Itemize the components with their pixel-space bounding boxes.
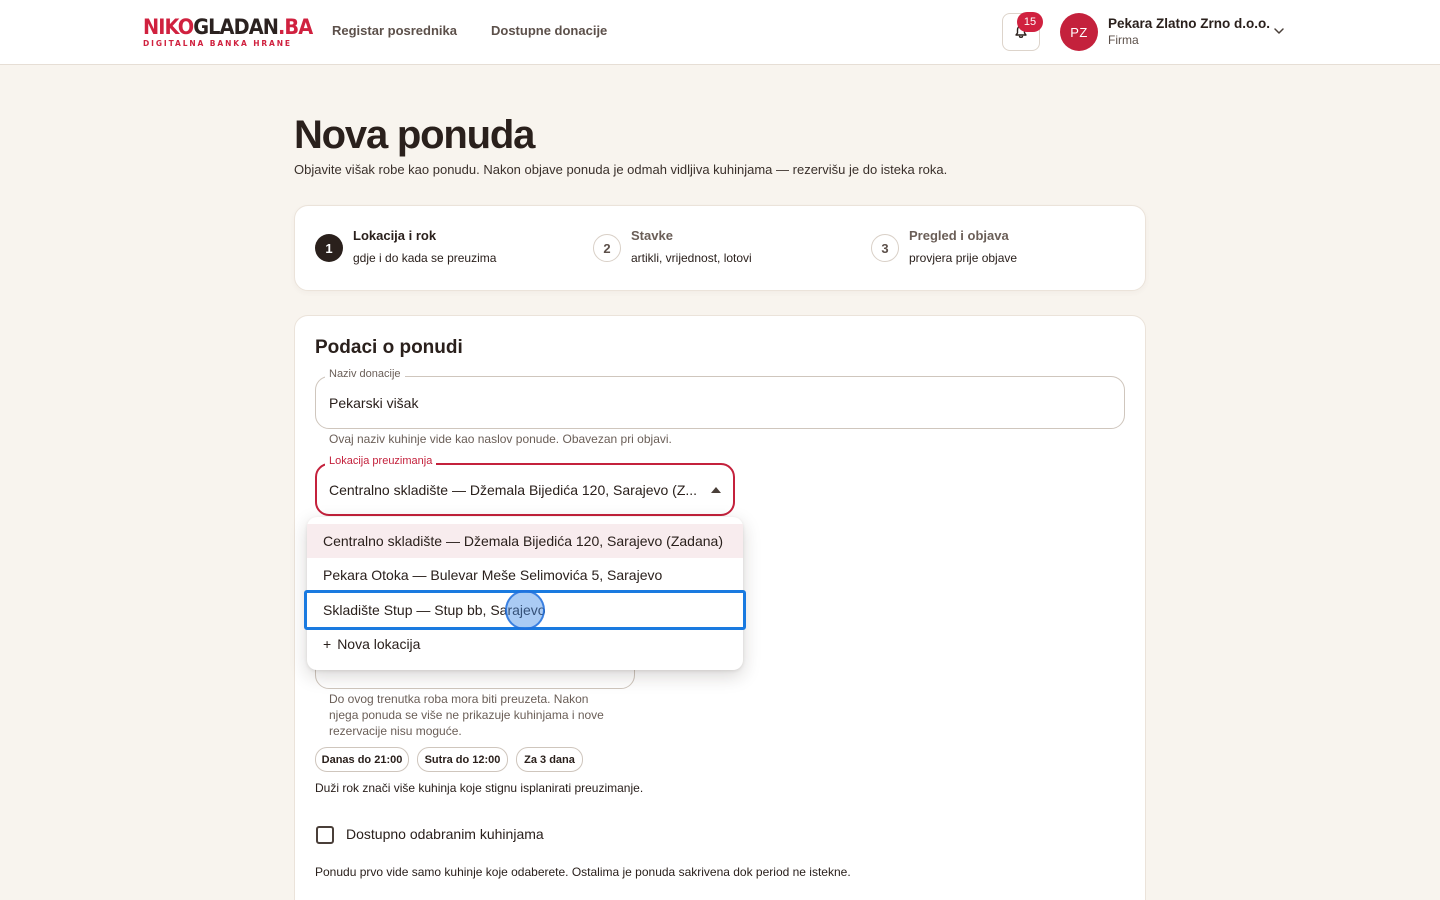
user-name[interactable]: Pekara Zlatno Zrno d.o.o. — [1108, 16, 1270, 31]
caret-up-icon[interactable] — [711, 487, 721, 493]
nav-link-dostupne-donacije[interactable]: Dostupne donacije — [491, 23, 607, 38]
user-avatar[interactable]: PZ — [1060, 13, 1098, 51]
logo-text-gladan: GLADAN — [193, 15, 279, 39]
chip-za-3-dana[interactable]: Za 3 dana — [516, 747, 583, 772]
selected-kitchens-label[interactable]: Dostupno odabranim kuhinjama — [346, 826, 544, 842]
notification-count-badge: 15 — [1017, 12, 1043, 32]
chevron-down-icon[interactable] — [1272, 24, 1286, 38]
donation-name-input[interactable] — [315, 376, 1125, 429]
chip-danas-do-21[interactable]: Danas do 21:00 — [315, 747, 409, 772]
step-title: Pregled i objava — [909, 228, 1009, 243]
step-number: 3 — [871, 234, 899, 262]
location-option-pekara-otoka[interactable]: Pekara Otoka — Bulevar Meše Selimovića 5… — [307, 558, 743, 592]
logo-tagline: DIGITALNA BANKA HRANE — [143, 39, 292, 48]
step-title: Stavke — [631, 228, 673, 243]
step-description: artikli, vrijednost, lotovi — [631, 251, 752, 265]
donation-name-label: Naziv donacije — [325, 368, 405, 380]
deadline-helper-line: rezervacije nisu moguće. — [329, 724, 462, 738]
cursor-indicator — [505, 590, 545, 630]
plus-icon: + — [323, 636, 332, 652]
pickup-location-label: Lokacija preuzimanja — [325, 455, 437, 467]
deadline-helper-line: Do ovog trenutka roba mora biti preuzeta… — [329, 692, 589, 706]
stepper: 1 Lokacija i rok gdje i do kada se preuz… — [294, 205, 1146, 291]
nav-link-registar-posrednika[interactable]: Registar posrednika — [332, 23, 457, 38]
step-number: 2 — [593, 234, 621, 262]
section-title: Podaci o ponudi — [315, 337, 463, 358]
logo-text-niko: NIKO — [143, 15, 194, 39]
location-option-nova-lokacija[interactable]: + Nova lokacija — [307, 627, 743, 661]
pickup-location-value[interactable]: Centralno skladište — Džemala Bijedića 1… — [329, 482, 697, 498]
page-subtitle: Objavite višak robe kao ponudu. Nakon ob… — [294, 162, 948, 177]
logo[interactable]: NIKOGLADAN.BA DIGITALNA BANKA HRANE — [143, 16, 327, 48]
selected-kitchens-note: Ponudu prvo vide samo kuhinje koje odabe… — [315, 865, 851, 879]
deadline-note: Duži rok znači više kuhinja koje stignu … — [315, 781, 644, 795]
donation-name-value[interactable]: Pekarski višak — [329, 395, 418, 411]
deadline-helper: Do ovog trenutka roba mora biti preuzeta… — [329, 691, 604, 739]
logo-text-ba: .BA — [277, 15, 313, 39]
location-option-centralno-skladiste[interactable]: Centralno skladište — Džemala Bijedića 1… — [307, 524, 743, 558]
step-title: Lokacija i rok — [353, 228, 437, 243]
top-bar: NIKOGLADAN.BA DIGITALNA BANKA HRANE Regi… — [0, 0, 1440, 65]
nova-lokacija-label: Nova lokacija — [337, 636, 421, 652]
user-role: Firma — [1108, 33, 1139, 47]
step-number: 1 — [315, 234, 343, 262]
page-title: Nova ponuda — [294, 113, 535, 157]
chip-sutra-do-12[interactable]: Sutra do 12:00 — [417, 747, 508, 772]
donation-name-helper: Ovaj naziv kuhinje vide kao naslov ponud… — [329, 432, 672, 446]
selected-kitchens-checkbox[interactable] — [316, 826, 334, 844]
deadline-helper-line: njega ponuda se više ne prikazuje kuhinj… — [329, 708, 604, 722]
step-description: gdje i do kada se preuzima — [353, 251, 497, 265]
step-description: provjera prije objave — [909, 251, 1018, 265]
